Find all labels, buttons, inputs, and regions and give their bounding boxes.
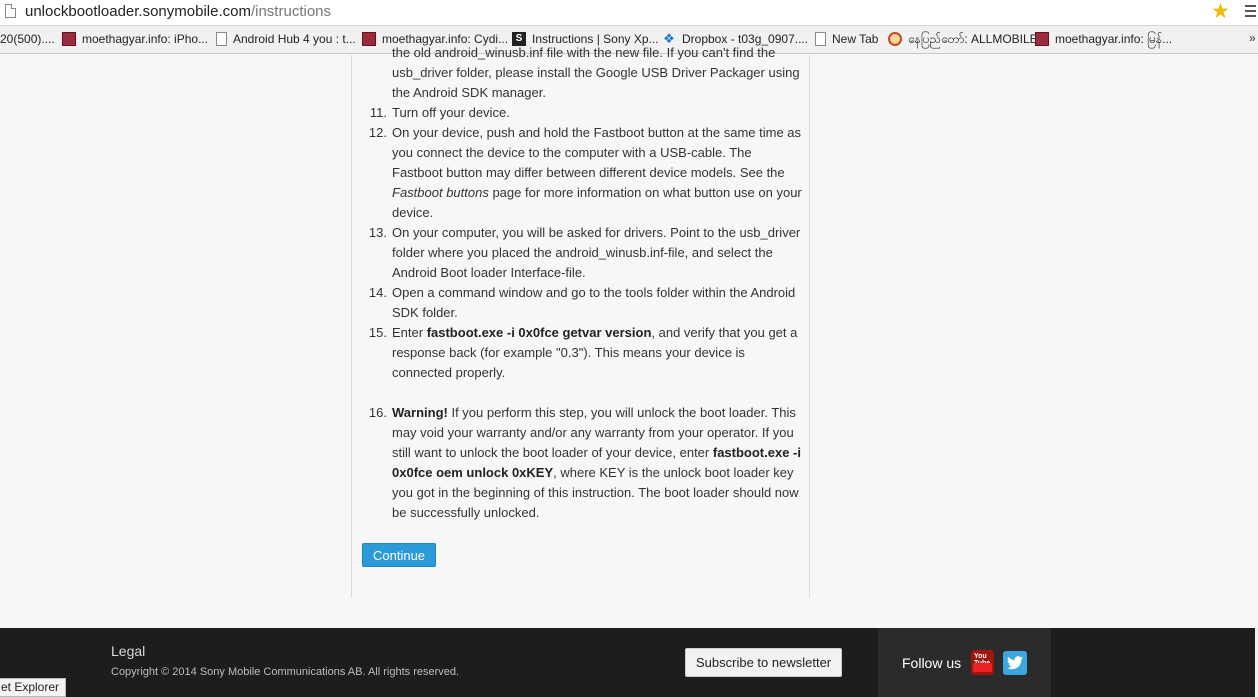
continue-button[interactable]: Continue <box>362 543 437 567</box>
bookmark-item[interactable]: 20(500).... <box>0 32 55 46</box>
site-favicon-icon <box>62 32 76 46</box>
url-path: /instructions <box>250 3 332 20</box>
command-text: fastboot.exe -i 0x0fce getvar version <box>426 325 652 340</box>
page-icon <box>216 32 227 46</box>
bookmark-item[interactable]: Android Hub 4 you : t... <box>216 32 356 46</box>
page-icon <box>815 32 826 46</box>
page-icon <box>5 4 16 18</box>
bookmark-star-icon[interactable]: ★ <box>1211 1 1230 23</box>
bookmark-item[interactable]: moethagyar.info: iPho... <box>62 32 208 46</box>
instructions-column: the old android_winusb.inf file with the… <box>351 45 810 598</box>
legal-link[interactable]: Legal <box>111 643 145 659</box>
youtube-icon[interactable]: You Tube <box>971 650 994 675</box>
copyright-text: Copyright © 2014 Sony Mobile Communicati… <box>111 666 460 678</box>
bookmark-item[interactable]: နေပြည်တော်: ALLMOBILE <box>888 32 1038 46</box>
site-favicon-icon <box>1035 32 1049 46</box>
follow-us-label: Follow us <box>902 655 962 671</box>
follow-us-panel: Follow us You Tube <box>878 628 1051 697</box>
address-bar[interactable]: unlockbootloader.sonymobile.com/instruct… <box>0 0 1258 26</box>
site-favicon-icon <box>888 32 902 46</box>
footer: Legal Copyright © 2014 Sony Mobile Commu… <box>0 628 1258 697</box>
bookmark-item[interactable]: moethagyar.info: မြန်... <box>1035 32 1172 46</box>
twitter-icon[interactable] <box>1003 651 1027 675</box>
fastboot-buttons-link[interactable]: Fastboot buttons <box>392 185 489 200</box>
menu-icon[interactable] <box>1245 5 1256 20</box>
bookmark-item[interactable]: New Tab <box>815 32 878 46</box>
url-field[interactable]: unlockbootloader.sonymobile.com/instruct… <box>25 3 331 21</box>
site-favicon-icon <box>362 32 376 46</box>
status-tooltip: et Explorer <box>0 678 67 697</box>
warning-label: Warning! <box>392 405 448 420</box>
bookmarks-overflow-icon[interactable]: » <box>1249 31 1256 45</box>
subscribe-newsletter-button[interactable]: Subscribe to newsletter <box>685 648 843 677</box>
url-host: unlockbootloader.sonymobile.com <box>25 3 251 20</box>
